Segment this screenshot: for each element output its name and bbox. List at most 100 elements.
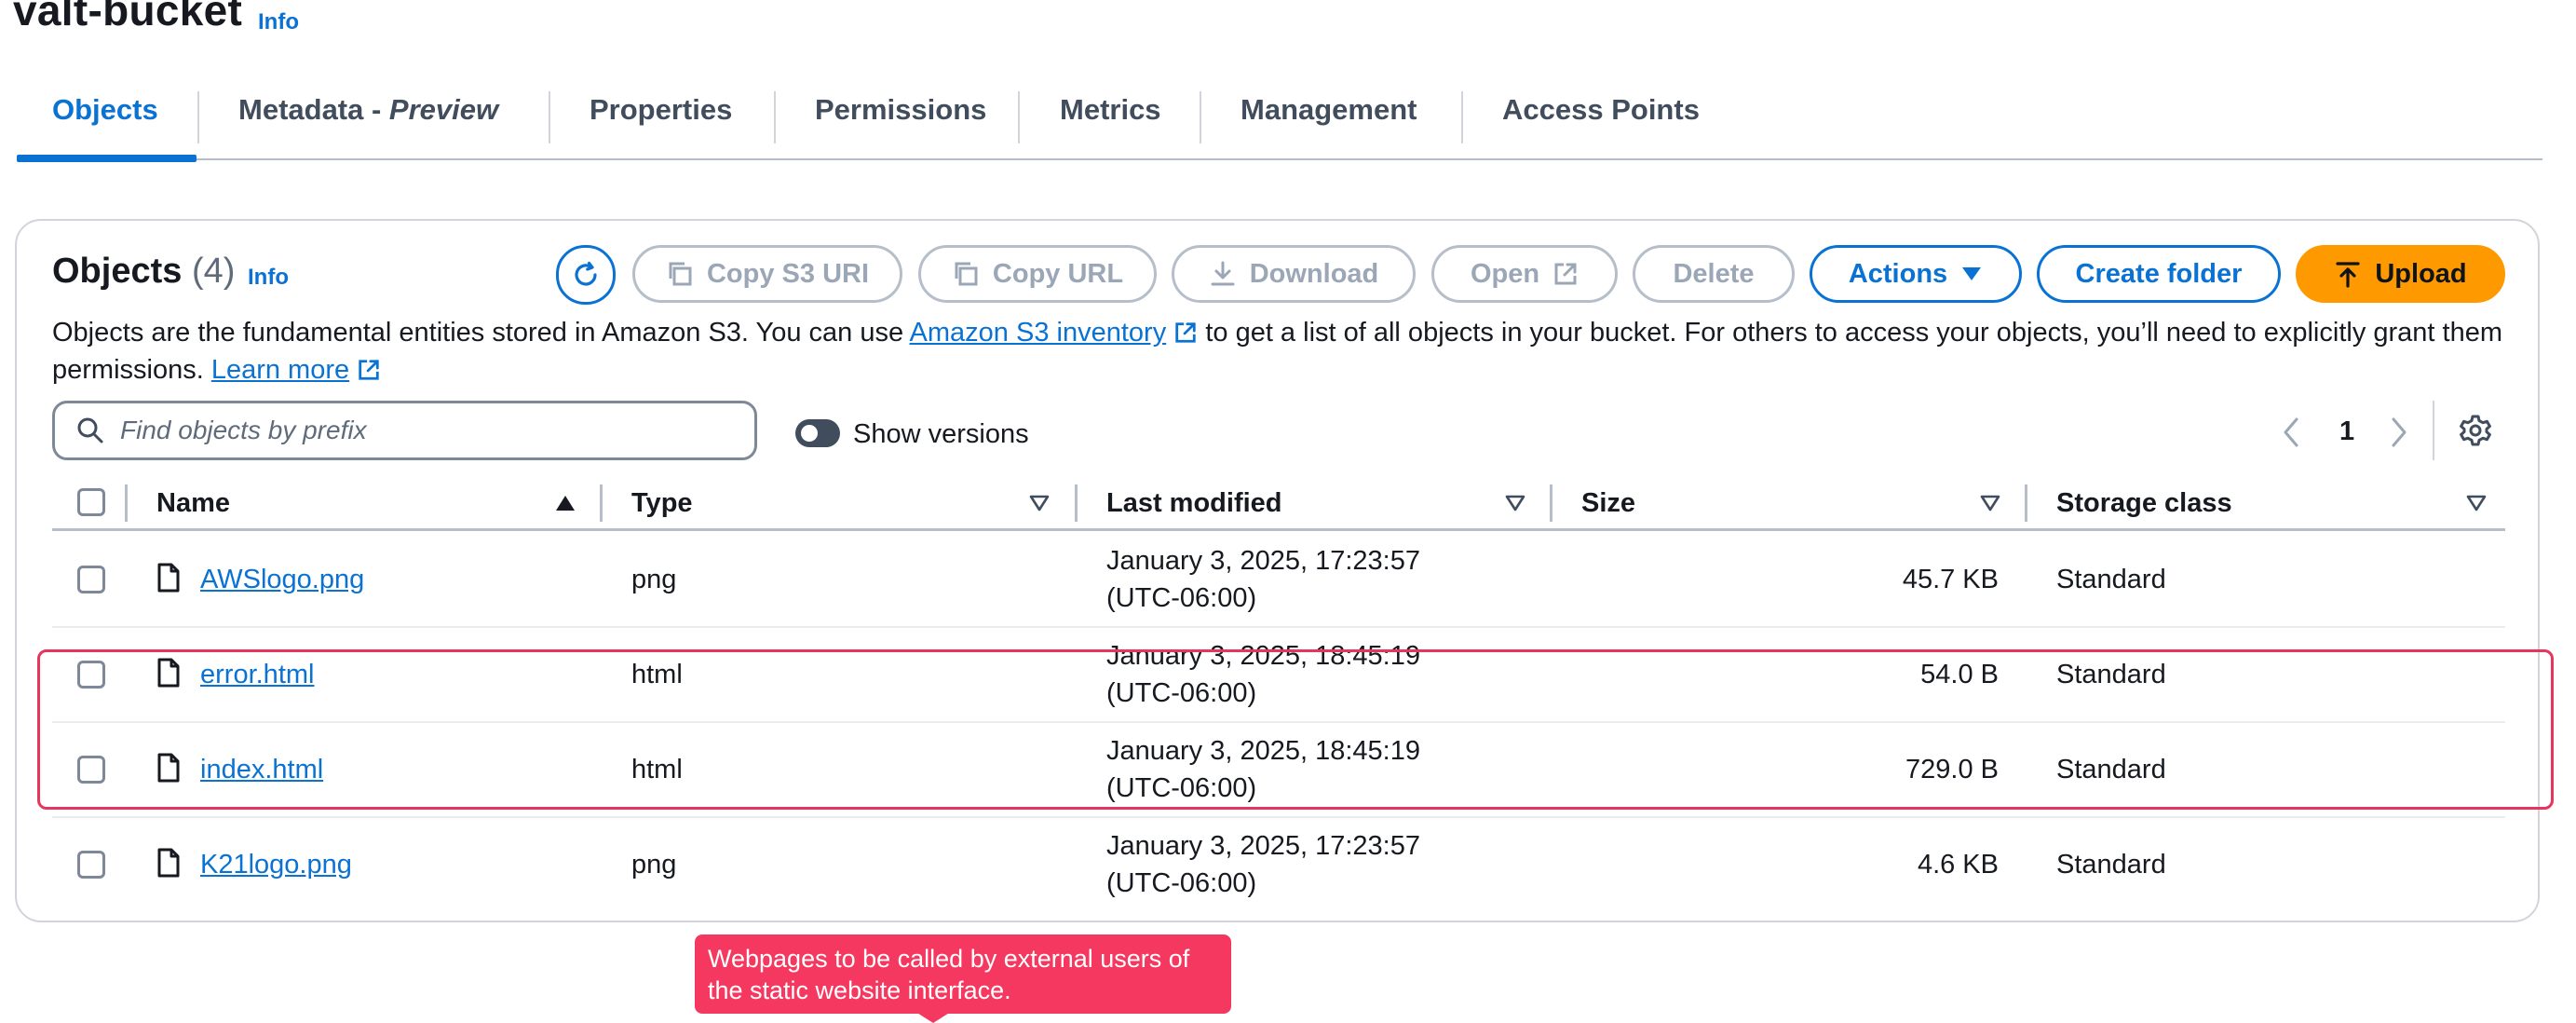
column-header-last-modified[interactable]: Last modified (1106, 488, 1282, 519)
tab-divider (774, 91, 776, 143)
column-divider (125, 484, 128, 522)
tab-metrics[interactable]: Metrics (1060, 93, 1161, 127)
objects-count: (4) (191, 252, 236, 291)
annotation-callout: Webpages to be called by external users … (695, 934, 1231, 1014)
column-divider (600, 484, 603, 522)
tab-divider (1018, 91, 1020, 143)
highlight-box (37, 649, 2554, 810)
object-storage-class: Standard (2056, 850, 2166, 880)
search-field[interactable] (52, 401, 757, 460)
column-divider (1075, 484, 1078, 522)
copy-s3-uri-button[interactable]: Copy S3 URI (632, 245, 902, 303)
upload-button[interactable]: Upload (2296, 245, 2505, 303)
description-text-1: Objects are the fundamental entities sto… (52, 318, 910, 348)
row-checkbox[interactable] (77, 566, 105, 593)
learn-more-link[interactable]: Learn more (211, 355, 349, 385)
open-label: Open (1470, 258, 1540, 289)
object-type: png (631, 850, 677, 880)
tab-divider (1461, 91, 1463, 143)
refresh-icon (575, 261, 597, 286)
objects-description: Objects are the fundamental entities sto… (52, 314, 2520, 389)
tab-properties[interactable]: Properties (590, 93, 732, 127)
copy-url-button[interactable]: Copy URL (918, 245, 1157, 303)
object-size: 45.7 KB (1902, 565, 1999, 594)
tab-divider (197, 91, 199, 143)
table-header-divider (52, 528, 2505, 531)
tab-divider (549, 91, 550, 143)
download-button[interactable]: Download (1172, 245, 1416, 303)
upload-label: Upload (2375, 258, 2467, 289)
create-folder-label: Create folder (2075, 258, 2243, 289)
column-header-storage-class[interactable]: Storage class (2056, 488, 2232, 519)
tab-baseline (17, 158, 2542, 160)
column-header-type[interactable]: Type (631, 488, 693, 519)
copy-s3-uri-label: Copy S3 URI (706, 258, 870, 289)
s3-inventory-link[interactable]: Amazon S3 inventory (910, 318, 1167, 348)
create-folder-button[interactable]: Create folder (2037, 245, 2281, 303)
bucket-title: valt-bucket (13, 0, 243, 34)
gear-icon[interactable] (2459, 414, 2492, 447)
sort-icon[interactable] (2466, 494, 2487, 512)
tab-permissions[interactable]: Permissions (815, 93, 986, 127)
copy-url-label: Copy URL (992, 258, 1124, 289)
file-icon (157, 563, 180, 593)
tab-bar: Objects Metadata - Preview Properties Pe… (17, 82, 2542, 162)
object-name-link[interactable]: K21logo.png (200, 850, 352, 880)
actions-dropdown-button[interactable]: Actions (1810, 245, 2022, 303)
objects-info-link[interactable]: Info (248, 265, 289, 291)
column-header-size[interactable]: Size (1581, 488, 1635, 519)
object-type: png (631, 565, 677, 594)
file-icon (157, 848, 180, 878)
copy-icon (669, 262, 692, 286)
refresh-button[interactable] (556, 245, 616, 305)
object-name-link[interactable]: AWSlogo.png (200, 565, 364, 595)
tab-metadata-label: Metadata - (238, 93, 389, 126)
external-link-icon (1554, 263, 1577, 285)
external-link-icon (1175, 322, 1196, 343)
object-storage-class: Standard (2056, 565, 2166, 594)
learn-more-link-text: Learn more (210, 355, 350, 385)
bucket-info-link[interactable]: Info (258, 9, 299, 35)
tab-metadata-preview: Preview (388, 93, 499, 126)
download-label: Download (1249, 258, 1379, 289)
objects-heading: Objects (4) (52, 252, 235, 292)
sort-icon[interactable] (1029, 494, 1050, 512)
row-divider (52, 626, 2505, 628)
caret-down-icon (1962, 267, 1982, 280)
delete-button[interactable]: Delete (1633, 245, 1795, 303)
sort-icon[interactable] (1505, 494, 1525, 512)
actions-label: Actions (1848, 258, 1948, 289)
tab-objects[interactable]: Objects (52, 93, 158, 127)
download-icon (1211, 261, 1235, 286)
tab-metadata[interactable]: Metadata - Preview (238, 93, 498, 127)
show-versions-label: Show versions (853, 419, 1029, 449)
show-versions-toggle[interactable] (795, 419, 840, 447)
pagination-divider (2433, 401, 2434, 460)
open-button[interactable]: Open (1431, 245, 1618, 303)
upload-icon (2336, 262, 2360, 288)
search-icon (77, 417, 103, 443)
sort-icon[interactable] (1980, 494, 2000, 512)
objects-heading-title: Objects (52, 252, 183, 291)
tab-management[interactable]: Management (1241, 93, 1417, 127)
tab-access-points[interactable]: Access Points (1502, 93, 1700, 127)
toggle-knob (801, 425, 818, 442)
object-size: 4.6 KB (1917, 850, 1999, 880)
delete-label: Delete (1673, 258, 1755, 289)
select-all-checkbox[interactable] (77, 488, 105, 516)
external-link-icon (359, 360, 379, 380)
sort-ascending-icon[interactable] (555, 494, 576, 512)
row-checkbox[interactable] (77, 851, 105, 879)
active-tab-indicator (17, 155, 197, 162)
chevron-right-icon[interactable] (2388, 416, 2410, 449)
tab-divider (1200, 91, 1201, 143)
row-divider (52, 816, 2505, 818)
copy-icon (955, 262, 978, 286)
current-page-number[interactable]: 1 (2339, 416, 2354, 447)
s3-inventory-link-text: Amazon S3 inventory (909, 318, 1167, 348)
chevron-left-icon[interactable] (2280, 416, 2302, 449)
column-divider (1550, 484, 1552, 522)
object-last-modified: January 3, 2025, 17:23:57 (UTC-06:00) (1106, 831, 1420, 898)
search-input[interactable] (118, 415, 718, 446)
column-header-name[interactable]: Name (156, 488, 230, 519)
